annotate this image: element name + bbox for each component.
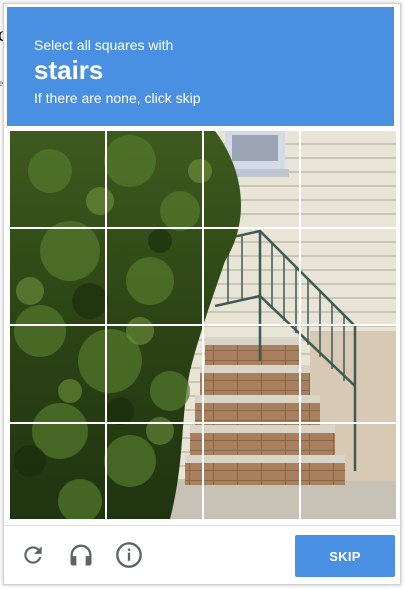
- info-button[interactable]: [115, 541, 143, 569]
- footer-divider: [4, 525, 401, 526]
- image-tile-r2-c4[interactable]: [301, 228, 396, 324]
- image-tile-r2-c2[interactable]: [107, 228, 202, 324]
- image-tile-r2-c1[interactable]: [10, 228, 105, 324]
- image-tile-grid: [10, 131, 396, 519]
- image-tile-r3-c2[interactable]: [107, 326, 202, 422]
- image-tile-r4-c4[interactable]: [301, 423, 396, 519]
- image-tile-r3-c3[interactable]: [204, 326, 299, 422]
- image-tile-r1-c3[interactable]: [204, 131, 299, 227]
- challenge-instruction: Select all squares with: [34, 37, 174, 53]
- challenge-subtext: If there are none, click skip: [34, 90, 201, 106]
- audio-challenge-button[interactable]: [67, 541, 95, 569]
- audio-icon: [70, 544, 92, 566]
- info-icon: [116, 542, 142, 568]
- image-tile-r1-c1[interactable]: [10, 131, 105, 227]
- image-tile-r1-c2[interactable]: [107, 131, 202, 227]
- image-tile-r4-c3[interactable]: [204, 423, 299, 519]
- image-tile-r4-c1[interactable]: [10, 423, 105, 519]
- reload-icon: [24, 546, 42, 564]
- image-tile-r3-c1[interactable]: [10, 326, 105, 422]
- reload-button[interactable]: [19, 541, 47, 569]
- challenge-keyword: stairs: [34, 55, 104, 85]
- image-tile-r3-c4[interactable]: [301, 326, 396, 422]
- challenge-header: Select all squares with stairs If there …: [7, 7, 394, 126]
- image-tile-r1-c4[interactable]: [301, 131, 396, 227]
- image-tile-r4-c2[interactable]: [107, 423, 202, 519]
- skip-button[interactable]: SKIP: [295, 535, 395, 577]
- image-tile-r2-c3[interactable]: [204, 228, 299, 324]
